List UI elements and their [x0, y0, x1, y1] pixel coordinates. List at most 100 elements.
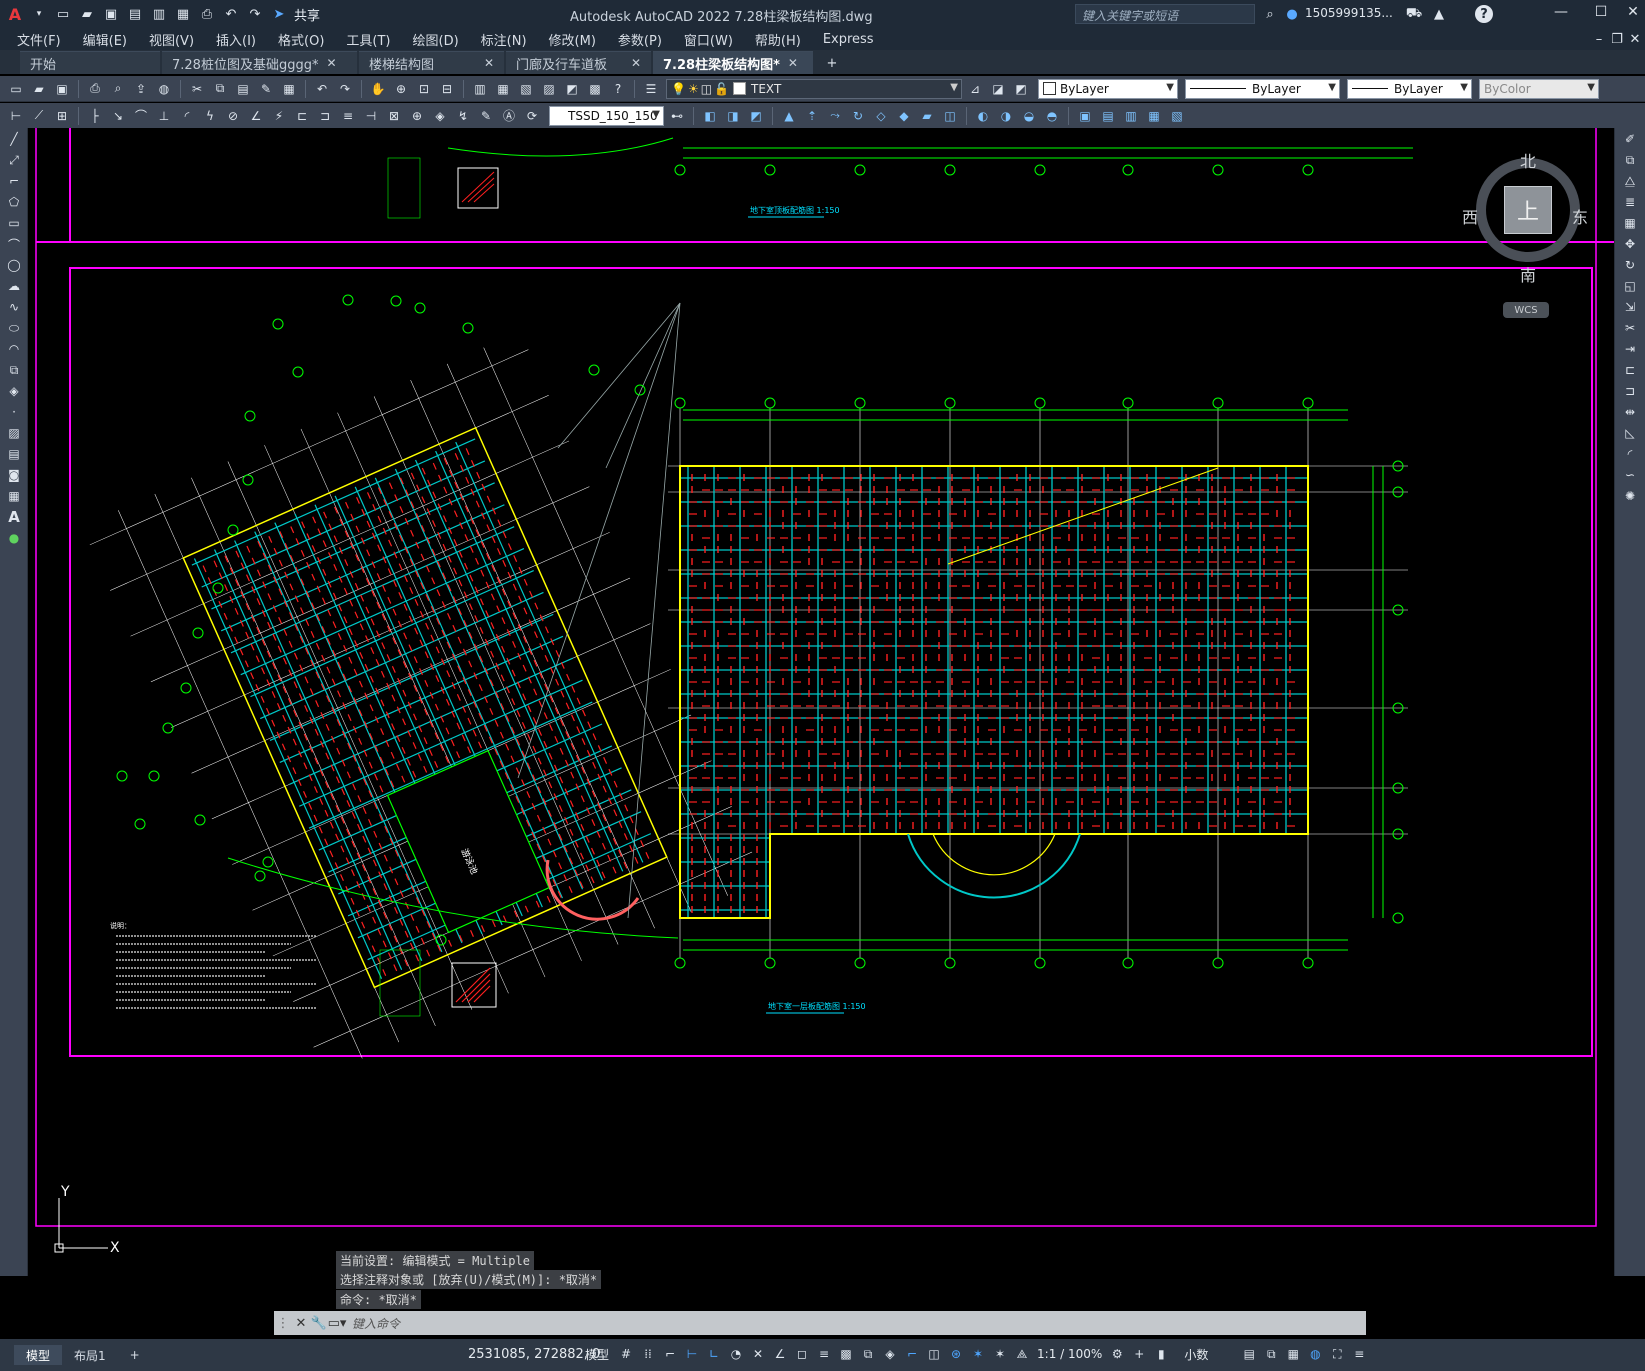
paste-icon[interactable]: ▤ — [233, 79, 253, 99]
table-icon[interactable]: ▦ — [3, 486, 25, 506]
revolve-icon[interactable]: ↻ — [848, 106, 868, 126]
isodraft-icon[interactable]: ✕ — [749, 1345, 767, 1363]
open-icon[interactable]: ▰ — [29, 79, 49, 99]
new-file-icon[interactable]: ▭ — [54, 5, 72, 23]
offset-icon[interactable]: ≣ — [1619, 192, 1641, 212]
quickcalc-icon[interactable]: ▩ — [585, 79, 605, 99]
color-dropdown[interactable]: ByLayer ▼ — [1038, 78, 1178, 99]
tab-layout1[interactable]: 布局1 — [62, 1345, 118, 1365]
model-space-button[interactable]: 模型 — [585, 1346, 609, 1363]
customization-icon[interactable]: ≡ — [1350, 1345, 1368, 1363]
match-properties-icon[interactable]: ✎ — [256, 79, 276, 99]
dim-update-icon[interactable]: ⟳ — [522, 106, 542, 126]
spline-icon[interactable]: ∿ — [3, 297, 25, 317]
mesh-crease-icon[interactable]: ▦ — [1144, 106, 1164, 126]
sheet-set-icon[interactable]: ▨ — [539, 79, 559, 99]
move-icon[interactable]: ✥ — [1619, 234, 1641, 254]
solid-subtract-icon[interactable]: ◩ — [746, 106, 766, 126]
dim-angular-icon[interactable]: ∠ — [246, 106, 266, 126]
extrude-icon[interactable]: ▲ — [779, 106, 799, 126]
quick-properties-icon[interactable]: ▤ — [1240, 1345, 1258, 1363]
inspect-icon[interactable]: ◈ — [430, 106, 450, 126]
lineweight-icon[interactable]: ≡ — [815, 1345, 833, 1363]
text-style-dropdown[interactable]: TSSD_150_150 ▼ — [549, 105, 664, 126]
zoom-previous-icon[interactable]: ⊟ — [437, 79, 457, 99]
quick-dim-icon[interactable]: ⚡ — [269, 106, 289, 126]
gizmo-icon[interactable]: ⊛ — [947, 1345, 965, 1363]
save-as-icon[interactable]: ▤ — [126, 5, 144, 23]
mesh-refine-icon[interactable]: ▥ — [1121, 106, 1141, 126]
preview-icon[interactable]: ⌕ — [108, 79, 128, 99]
menu-window[interactable]: 窗口(W) — [673, 30, 744, 49]
revision-cloud-icon[interactable]: ☁ — [3, 276, 25, 296]
viewcube[interactable]: 上 北 南 西 东 — [1462, 148, 1588, 285]
dim-jogged-icon[interactable]: ϟ — [200, 106, 220, 126]
jogged-linear-icon[interactable]: ↯ — [453, 106, 473, 126]
rectangle-icon[interactable]: ▭ — [3, 213, 25, 233]
autocad-logo-icon[interactable]: A — [6, 5, 24, 24]
pan-icon[interactable]: ✋ — [368, 79, 388, 99]
autodesk-a360-icon[interactable]: ▲ — [1430, 5, 1448, 23]
dynamic-input-icon[interactable]: ⊢ — [683, 1345, 701, 1363]
line-icon[interactable]: ╱ — [3, 129, 25, 149]
cut-icon[interactable]: ✂ — [187, 79, 207, 99]
selection-cycling-icon[interactable]: ⧉ — [859, 1345, 877, 1363]
dim-ordinate-icon[interactable]: ⊥ — [154, 106, 174, 126]
transparency-icon[interactable]: ▩ — [837, 1345, 855, 1363]
block-editor-icon[interactable]: ▦ — [279, 79, 299, 99]
hatch-icon[interactable]: ▨ — [3, 423, 25, 443]
customize-icon[interactable]: 🔧 — [310, 1314, 328, 1332]
slice-icon[interactable]: ◆ — [894, 106, 914, 126]
menu-express[interactable]: Express — [812, 32, 885, 47]
scale-icon[interactable]: ◱ — [1619, 276, 1641, 296]
redo-icon[interactable]: ↷ — [335, 79, 355, 99]
dim-space-icon[interactable]: ≡ — [338, 106, 358, 126]
linetype-dropdown[interactable]: ByLayer ▼ — [1185, 78, 1340, 99]
save-icon[interactable]: ▣ — [102, 5, 120, 23]
dim-break-icon[interactable]: ⊣ — [361, 106, 381, 126]
publish-icon[interactable]: ⇪ — [131, 79, 151, 99]
markup-icon[interactable]: ◩ — [562, 79, 582, 99]
doc-close-icon[interactable]: ✕ — [1626, 30, 1644, 48]
annotation-scale-value[interactable]: 1:1 / 100% — [1037, 1347, 1102, 1361]
dim-continue-icon[interactable]: ⊐ — [315, 106, 335, 126]
gradient-icon[interactable]: ▤ — [3, 444, 25, 464]
clean-screen-icon[interactable]: ◍ — [1306, 1345, 1324, 1363]
fillet-edge-icon[interactable]: ◐ — [973, 106, 993, 126]
doc-minimize-icon[interactable]: – — [1590, 30, 1608, 48]
add-selected-icon[interactable]: ● — [3, 528, 25, 548]
layer-previous-icon[interactable]: ◪ — [988, 79, 1008, 99]
tab-stair-structure[interactable]: 楼梯结构图 ✕ — [359, 51, 504, 74]
sweep-icon[interactable]: ⤳ — [825, 106, 845, 126]
zoom-realtime-icon[interactable]: ⊕ — [391, 79, 411, 99]
menu-insert[interactable]: 插入(I) — [205, 30, 267, 49]
help-icon[interactable]: ? — [1475, 5, 1493, 23]
arc-icon[interactable]: ⌒ — [3, 234, 25, 254]
viewcube-top-face[interactable]: 上 — [1504, 186, 1552, 234]
center-mark-icon[interactable]: ⊕ — [407, 106, 427, 126]
tab-pile-foundation[interactable]: 7.28桩位图及基础gggg* ✕ — [162, 51, 357, 74]
user-name[interactable]: 1505999135... — [1305, 6, 1393, 20]
make-block-icon[interactable]: ◈ — [3, 381, 25, 401]
dim-style-icon[interactable]: ⊞ — [52, 106, 72, 126]
close-icon[interactable]: ✕ — [631, 56, 641, 70]
construction-line-icon[interactable]: ⤢ — [3, 150, 25, 170]
object-snap-icon[interactable]: ◻ — [793, 1345, 811, 1363]
save-icon[interactable]: ▣ — [52, 79, 72, 99]
mtext-icon[interactable]: A — [3, 507, 25, 527]
tolerance-icon[interactable]: ⊠ — [384, 106, 404, 126]
menu-draw[interactable]: 绘图(D) — [402, 30, 470, 49]
point-icon[interactable]: · — [3, 402, 25, 422]
annotation-monitor-icon[interactable]: + — [1130, 1345, 1148, 1363]
solid-box-icon[interactable]: ◧ — [700, 106, 720, 126]
search-icon[interactable]: ⌕ — [1261, 5, 1279, 23]
close-icon[interactable]: ✕ — [326, 56, 336, 70]
add-layout-button[interactable]: + — [118, 1345, 152, 1365]
ellipse-icon[interactable]: ⬭ — [3, 318, 25, 338]
tab-model[interactable]: 模型 — [14, 1345, 63, 1365]
menu-edit[interactable]: 编辑(E) — [72, 30, 138, 49]
3d-osnap-icon[interactable]: ◈ — [881, 1345, 899, 1363]
loft-icon[interactable]: ◇ — [871, 106, 891, 126]
menu-help[interactable]: 帮助(H) — [744, 30, 812, 49]
join-icon[interactable]: ⇹ — [1619, 402, 1641, 422]
